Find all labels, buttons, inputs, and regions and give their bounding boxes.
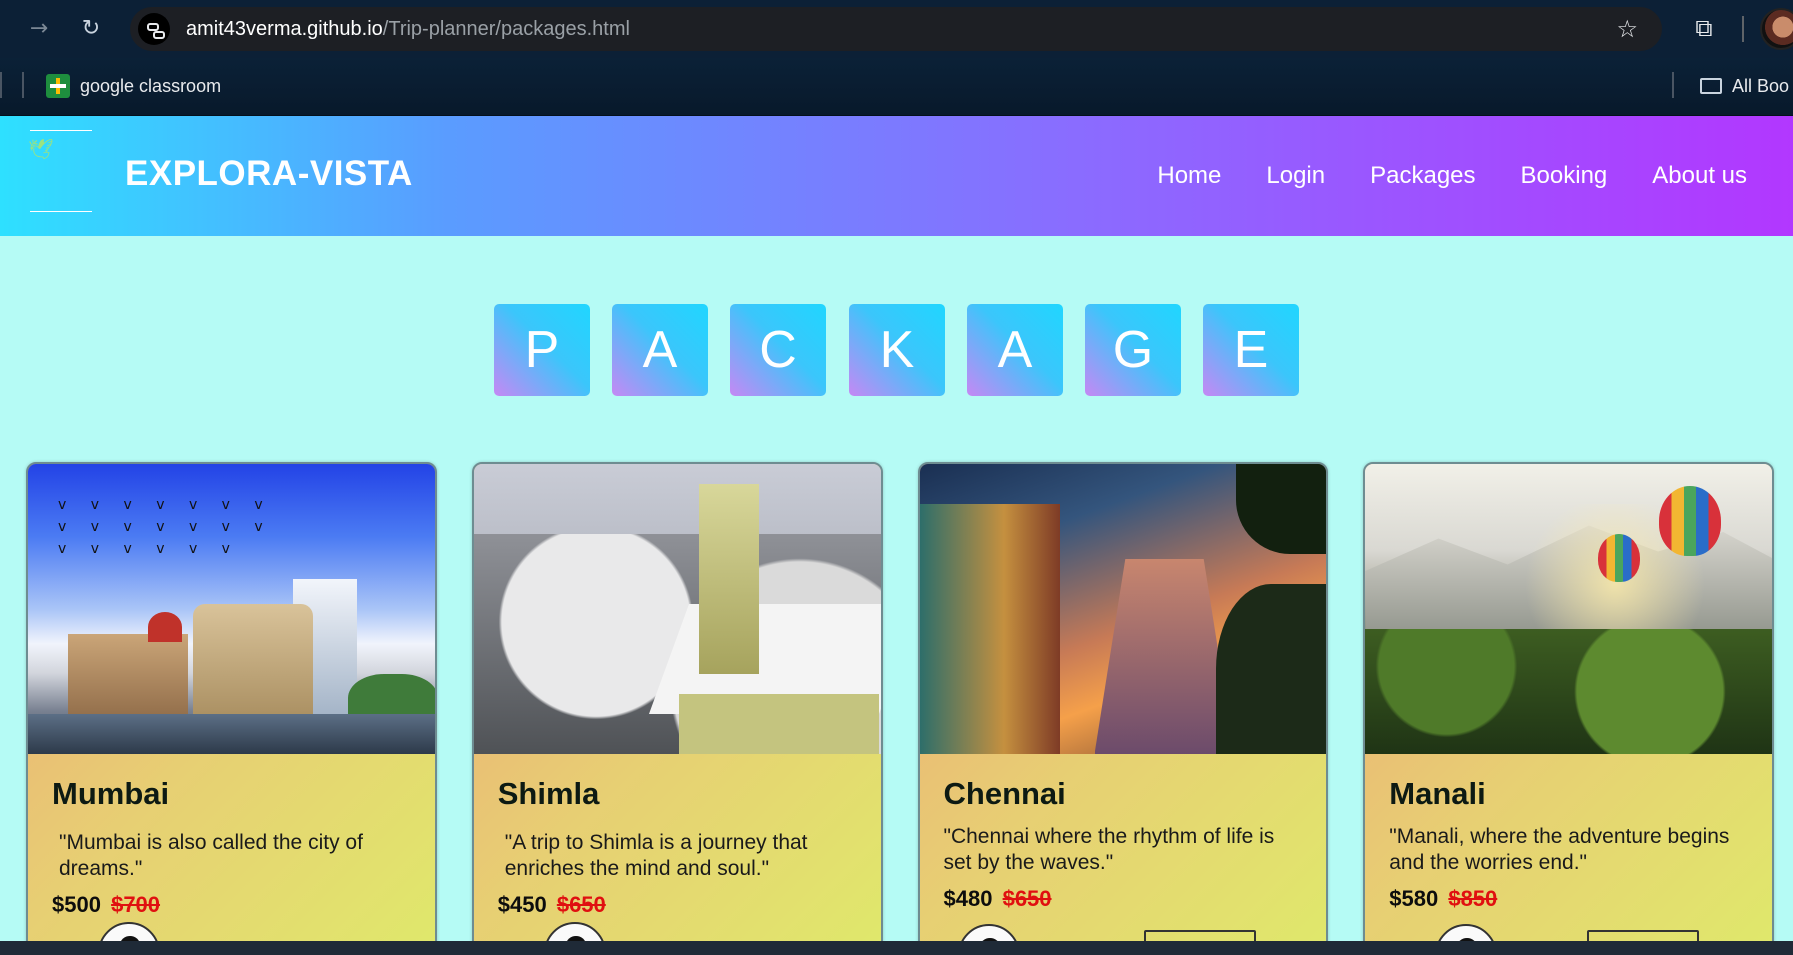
package-price: $480 xyxy=(943,886,993,911)
site-header: 🕊 EXPLORA-VISTA Home Login Packages Book… xyxy=(0,116,1793,236)
card-body: Mumbai "Mumbai is also called the city o… xyxy=(28,754,435,918)
site-logo[interactable]: 🕊 xyxy=(28,130,92,212)
bookmark-divider xyxy=(0,72,2,98)
package-card-chennai[interactable]: Chennai "Chennai where the rhythm of lif… xyxy=(917,462,1329,955)
url-domain: amit43verma.github.io xyxy=(186,18,383,40)
bookmarks-bar: google classroom All Boo xyxy=(0,58,1793,116)
photo-tree xyxy=(1216,584,1327,754)
photo-gopuram xyxy=(1094,559,1235,754)
photo-tree-canopy xyxy=(1236,464,1327,554)
toolbar-divider xyxy=(1742,16,1744,42)
bird-logo-icon: 🕊 xyxy=(28,139,54,161)
package-list: v v v v v v v v v v v v v v v v v v v v … xyxy=(26,462,1774,955)
url-text[interactable]: amit43verma.github.io/Trip-planner/packa… xyxy=(186,18,630,41)
photo-left-temple xyxy=(919,504,1060,754)
package-old-price: $650 xyxy=(1002,886,1052,911)
package-price: $500 xyxy=(52,892,101,917)
nav-home[interactable]: Home xyxy=(1157,162,1221,190)
package-name: Manali xyxy=(1389,776,1486,811)
extensions-icon[interactable]: ⧉ xyxy=(1688,12,1720,44)
address-bar[interactable]: amit43verma.github.io/Trip-planner/packa… xyxy=(130,7,1662,51)
bookmark-google-classroom[interactable]: google classroom xyxy=(46,72,221,100)
title-letter: K xyxy=(849,304,945,396)
photo-forest xyxy=(1365,629,1772,754)
title-letter: E xyxy=(1203,304,1299,396)
package-name: Mumbai xyxy=(52,776,170,811)
page-title: P A C K A G E xyxy=(0,304,1793,396)
card-body: Shimla "A trip to Shimla is a journey th… xyxy=(474,754,881,918)
package-name: Chennai xyxy=(943,776,1066,811)
all-bookmarks-label: All Boo xyxy=(1732,75,1790,96)
mumbai-photo: v v v v v v v v v v v v v v v v v v v v xyxy=(28,464,435,754)
site-info-icon[interactable] xyxy=(138,13,170,45)
package-old-price: $850 xyxy=(1448,886,1498,911)
title-letter: G xyxy=(1085,304,1181,396)
title-letter: A xyxy=(967,304,1063,396)
package-old-price: $650 xyxy=(556,892,606,917)
bookmark-divider xyxy=(22,72,24,98)
package-card-shimla[interactable]: Shimla "A trip to Shimla is a journey th… xyxy=(471,462,883,955)
bookmark-label: google classroom xyxy=(80,75,222,96)
package-description: "Chennai where the rhythm of life is set… xyxy=(943,825,1275,874)
main-nav: Home Login Packages Booking About us xyxy=(1157,162,1747,190)
chennai-photo xyxy=(919,464,1327,754)
google-classroom-icon xyxy=(46,74,70,98)
package-card-mumbai[interactable]: v v v v v v v v v v v v v v v v v v v v … xyxy=(26,462,437,955)
photo-church-tower xyxy=(698,484,759,674)
profile-avatar[interactable] xyxy=(1760,8,1793,50)
back-arrow-icon[interactable]: → xyxy=(24,14,54,44)
package-old-price: $700 xyxy=(111,892,161,917)
price-row: $450 $650 xyxy=(498,892,857,918)
package-name: Shimla xyxy=(497,776,600,811)
birds-decoration: v v v v v v v v v v v v v v v v v v v v xyxy=(58,497,273,557)
browser-toolbar: → ↻ amit43verma.github.io/Trip-planner/p… xyxy=(0,0,1793,58)
card-body: Chennai "Chennai where the rhythm of lif… xyxy=(920,754,1327,912)
star-icon[interactable]: ☆ xyxy=(1616,15,1638,43)
photo-gateway xyxy=(193,604,313,724)
package-description: "Manali, where the adventure begins and … xyxy=(1389,825,1730,874)
card-body: Manali "Manali, where the adventure begi… xyxy=(1365,754,1772,912)
reload-icon[interactable]: ↻ xyxy=(76,14,106,44)
manali-photo xyxy=(1365,464,1772,754)
hot-air-balloon-icon xyxy=(1598,534,1641,582)
price-row: $500 $700 xyxy=(52,892,411,918)
nav-login[interactable]: Login xyxy=(1266,162,1325,190)
photo-church-wall xyxy=(678,694,879,754)
price-row: $480 $650 xyxy=(944,886,1303,912)
photo-dome xyxy=(148,612,182,642)
url-path: /Trip-planner/packages.html xyxy=(382,18,630,40)
title-letter: P xyxy=(494,304,590,396)
nav-about-us[interactable]: About us xyxy=(1652,162,1747,190)
shimla-photo xyxy=(473,464,881,754)
package-price: $450 xyxy=(497,892,547,917)
hot-air-balloon-icon xyxy=(1659,486,1722,556)
package-card-manali[interactable]: Manali "Manali, where the adventure begi… xyxy=(1363,462,1774,955)
package-description: "A trip to Shimla is a journey that enri… xyxy=(504,831,808,880)
price-row: $580 $850 xyxy=(1389,886,1748,912)
os-taskbar xyxy=(0,941,1793,955)
nav-booking[interactable]: Booking xyxy=(1521,162,1608,190)
title-letter: C xyxy=(730,304,826,396)
brand-name: EXPLORA-VISTA xyxy=(125,154,413,193)
package-price: $580 xyxy=(1389,886,1439,911)
all-bookmarks-button[interactable]: All Boo xyxy=(1700,72,1789,100)
folder-icon xyxy=(1700,78,1722,94)
nav-packages[interactable]: Packages xyxy=(1370,162,1475,190)
photo-water xyxy=(28,714,435,754)
bookmark-divider xyxy=(1672,72,1674,98)
photo-hotel xyxy=(68,634,188,724)
package-description: "Mumbai is also called the city of dream… xyxy=(59,831,363,880)
title-letter: A xyxy=(612,304,708,396)
